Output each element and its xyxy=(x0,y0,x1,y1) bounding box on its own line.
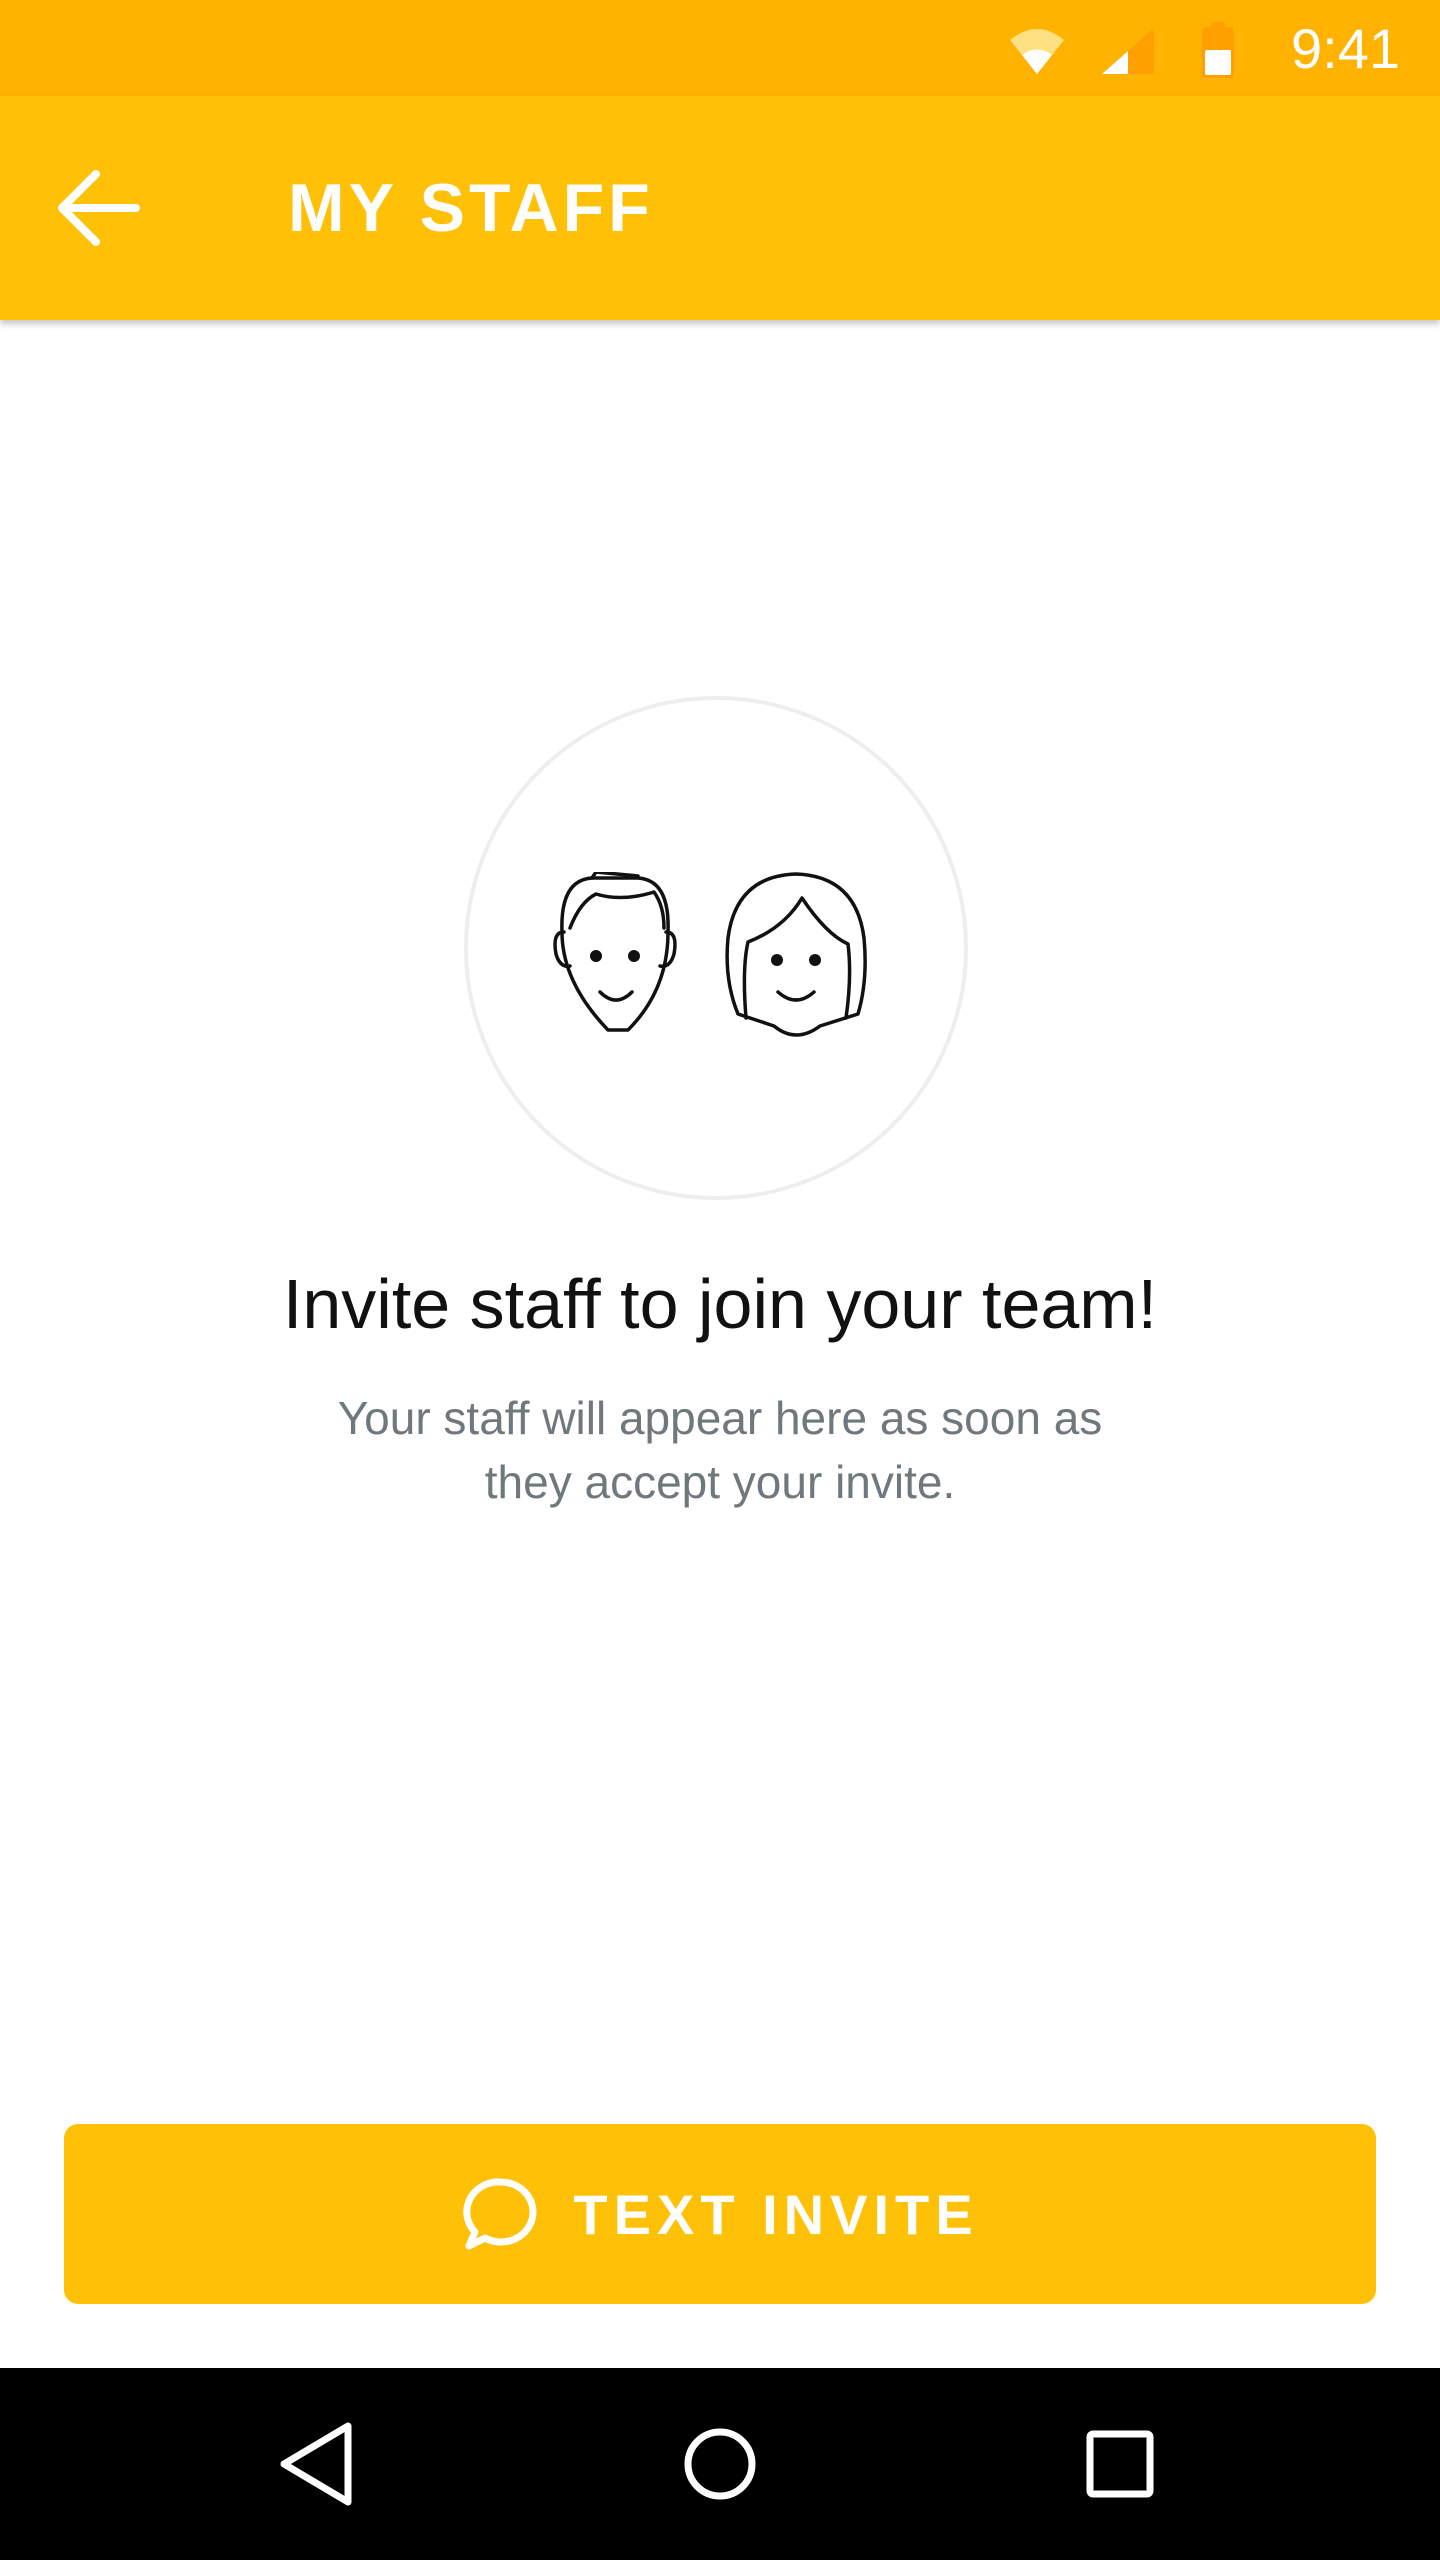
chat-bubble-icon xyxy=(463,2178,537,2250)
text-invite-label: TEXT INVITE xyxy=(573,2182,979,2246)
page-title: MY STAFF xyxy=(288,170,654,246)
home-circle-icon[interactable] xyxy=(660,2404,780,2524)
battery-icon xyxy=(1202,22,1234,78)
empty-state-title: Invite staff to join your team! xyxy=(282,1265,1158,1343)
recents-square-icon[interactable] xyxy=(1060,2404,1180,2524)
text-invite-button[interactable]: TEXT INVITE xyxy=(64,2124,1376,2304)
status-bar: 9:41 xyxy=(0,0,1440,96)
status-time: 9:41 xyxy=(1291,17,1400,80)
arrow-back-icon[interactable] xyxy=(40,152,152,264)
cell-signal-icon xyxy=(1102,28,1154,74)
empty-state-subtitle: Your staff will appear here as soon as t… xyxy=(337,1392,1103,1508)
wifi-icon xyxy=(1010,29,1064,74)
app-bar: MY STAFF xyxy=(0,96,1440,320)
my-staff-screen: 9:41 MY STAFF Invite staff to join your … xyxy=(0,0,1440,2560)
staff-faces-icon xyxy=(553,872,867,1037)
system-nav-bar xyxy=(0,2368,1440,2560)
back-triangle-icon[interactable] xyxy=(258,2404,378,2524)
